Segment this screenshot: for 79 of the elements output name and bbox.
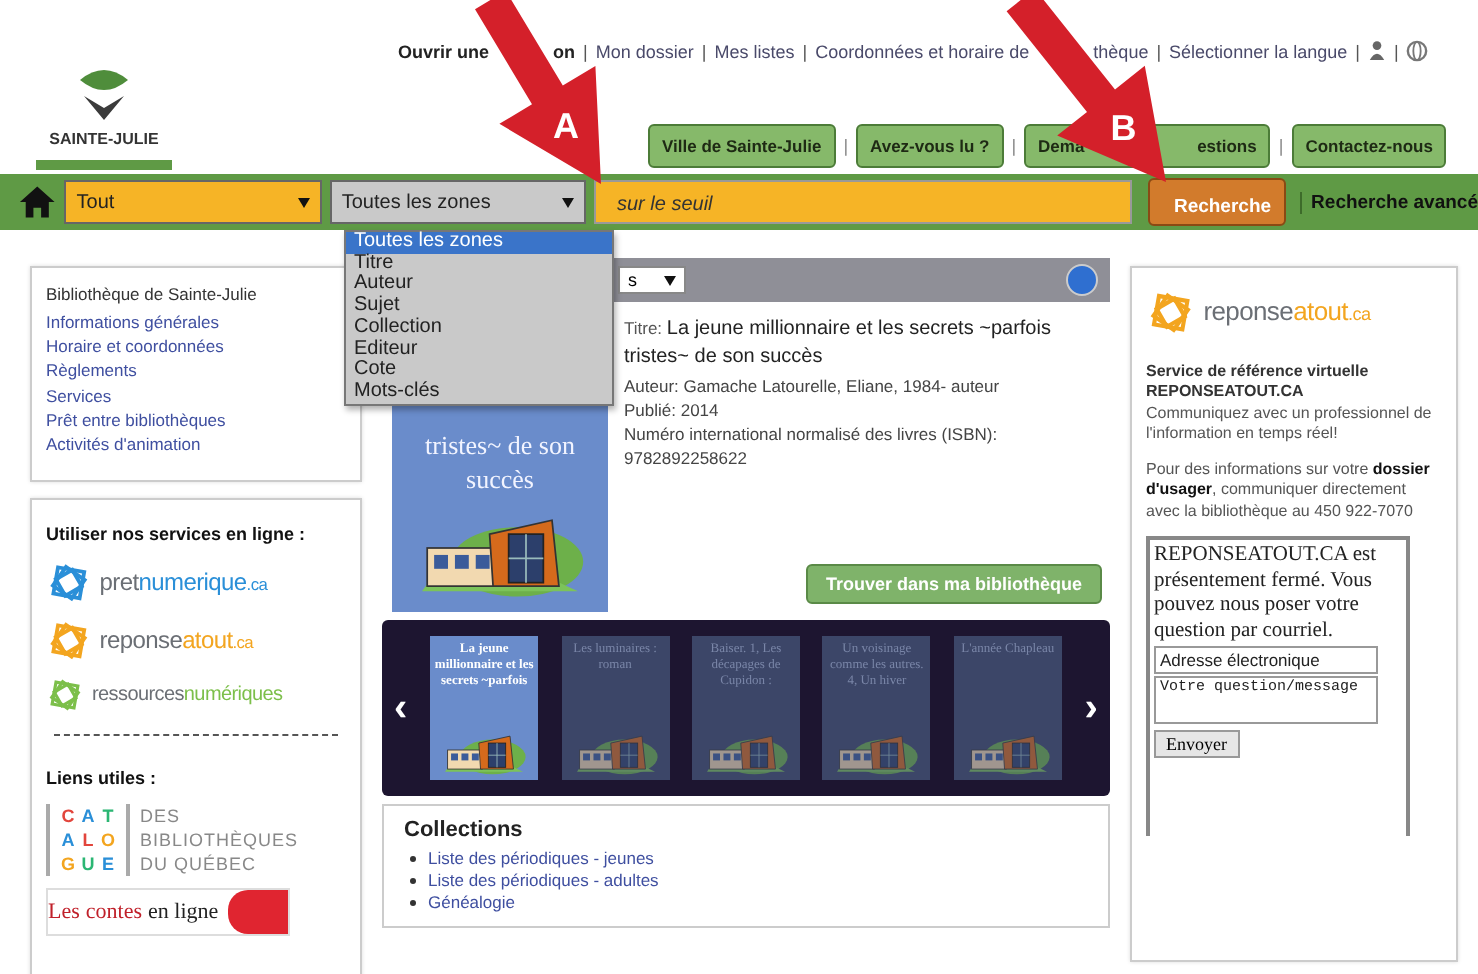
collection-link[interactable]: Généalogie (428, 892, 515, 914)
separator: | (1393, 41, 1399, 61)
info-text: Pour des informations sur votre dossier d'usager, communiquer directement avec la bibliothèque au 450 922-7070 (1146, 459, 1432, 523)
section-heading: Utiliser nos services en ligne : (46, 524, 308, 544)
swirl-logo-icon (46, 617, 92, 664)
caret-icon[interactable] (664, 275, 676, 285)
header-link[interactable]: Mes listes (714, 41, 795, 61)
separator: | (843, 136, 849, 156)
zone-select[interactable]: Toutes les zones (329, 180, 587, 224)
header-link[interactable]: on (553, 41, 576, 61)
service-name: REPONSEATOUT.CA (1146, 382, 1306, 404)
separator: | (802, 41, 808, 61)
send-button[interactable]: Envoyer (1154, 730, 1239, 759)
sidebar-link[interactable]: Services (46, 383, 346, 408)
annotation-label: B (1108, 110, 1139, 147)
logo-text: SAINTE-JULIE (49, 130, 159, 148)
book-detail: 9782892258622 (624, 446, 749, 470)
caret-icon[interactable] (297, 197, 310, 207)
separator: | (1156, 41, 1162, 61)
book-detail: Publié: 2014 (624, 398, 721, 422)
book-title: Titre: La jeune millionnaire et les secrets ~parfois tristes~ de son succès (624, 316, 1053, 372)
section-heading: Collections (404, 818, 525, 842)
sidebar-link[interactable]: Informations générales (46, 310, 346, 335)
swirl-logo-icon (46, 675, 84, 714)
nav-tab[interactable]: Ville de Sainte-Julie (648, 124, 836, 168)
collection-link[interactable]: Liste des périodiques - adultes (428, 870, 659, 892)
nav-tab[interactable]: Avez-vous lu ? (856, 124, 1004, 168)
previous-button[interactable]: ‹ (394, 685, 408, 731)
sidebar-link[interactable]: Prêt entre bibliothèques (46, 407, 346, 433)
header-link[interactable]: Mon dossier (595, 41, 694, 61)
header-link[interactable]: thèque (1093, 41, 1149, 61)
home-icon[interactable] (18, 182, 57, 222)
caret-icon[interactable] (562, 197, 575, 207)
nav-tab[interactable]: Contactez-nous (1291, 124, 1447, 168)
dropdown-option[interactable]: Toutes les zones (346, 232, 612, 254)
dropdown-option[interactable]: Auteur (346, 274, 612, 297)
advanced-search-link[interactable]: Recherche avancé (1299, 191, 1478, 213)
swirl-logo-icon (46, 560, 92, 606)
sidebar-link[interactable]: Activités d'animation (46, 432, 346, 457)
bullet-icon (410, 900, 416, 906)
separator: | (1355, 41, 1360, 61)
service-logo[interactable]: reponseatout.ca (1146, 288, 1442, 338)
section-heading: Liens utiles : (46, 767, 159, 788)
book-detail: Numéro international normalisé des livres (ISBN): (624, 422, 1000, 446)
intro-text: Communiquez avec un professionnel de l'information en temps réel! (1146, 403, 1434, 446)
email-field[interactable]: Adresse électronique (1154, 646, 1378, 675)
globe-icon[interactable] (1406, 40, 1429, 62)
separator: | (701, 41, 707, 61)
dropdown-option[interactable]: Sujet (346, 296, 612, 318)
header-link[interactable]: Sélectionner la langue (1169, 41, 1348, 61)
service-logo[interactable]: reponseatout.ca (46, 617, 346, 664)
sidebar-link[interactable]: Horaire et coordonnées (46, 334, 346, 359)
next-button[interactable]: › (1084, 685, 1098, 731)
bullet-icon (410, 856, 416, 862)
header-link[interactable]: Ouvrir une (398, 41, 490, 61)
collection-link[interactable]: Liste des périodiques - jeunes (428, 848, 654, 870)
bullet-icon (410, 878, 416, 884)
scope-select[interactable]: Tout (64, 180, 322, 224)
contes-logo[interactable]: Les contes en ligne (46, 887, 290, 936)
panel-heading: Service de référence virtuelle (1146, 361, 1371, 383)
book-detail: Auteur: Gamache Latourelle, Eliane, 1984- auteur (624, 374, 1002, 398)
panel-title: Bibliothèque de Sainte-Julie (46, 284, 259, 304)
person-icon[interactable] (1367, 40, 1386, 62)
status-dot-icon (1066, 264, 1098, 296)
sort-select[interactable]: s (618, 266, 686, 294)
search-field[interactable]: sur le seuil (594, 180, 1132, 224)
service-logo[interactable]: ressourcesnumériques (46, 675, 346, 714)
closed-message: REPONSEATOUT.CA est présentement fermé. Vous pouvez nous poser votre question par courriel. (1154, 544, 1379, 645)
separator: | (1278, 136, 1284, 156)
header-link[interactable]: Coordonnées et horaire de (815, 41, 1030, 61)
service-logo[interactable]: pretnumerique.ca (46, 560, 346, 606)
separator: | (1011, 136, 1017, 156)
separator: | (583, 41, 588, 61)
swirl-logo-icon (1146, 288, 1196, 338)
cover-title: tristes~ de son succès (423, 428, 577, 496)
dropdown-option[interactable]: Titre (346, 253, 612, 275)
catalogue-logo[interactable]: C A T A L O G U E DES BIBLIOTHÈQUES DU QUÉBEC (46, 803, 346, 876)
annotation-label: A (550, 107, 581, 144)
sidebar-link[interactable]: Règlements (46, 358, 346, 384)
